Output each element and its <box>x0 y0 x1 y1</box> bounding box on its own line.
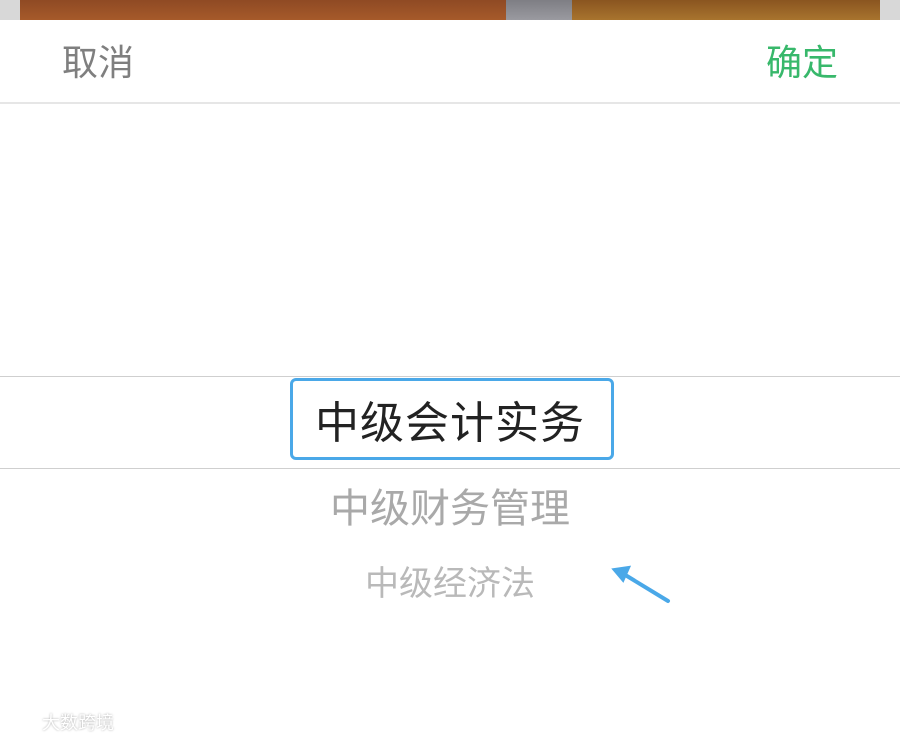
strip-segment-gap-left <box>0 0 20 20</box>
selection-divider-top <box>0 376 900 377</box>
strip-segment-right <box>572 0 880 20</box>
picker-option[interactable]: 中级经济法 <box>0 562 900 606</box>
watermark-text: 大数跨境 <box>42 713 114 734</box>
strip-segment-middle <box>506 0 572 20</box>
selection-divider-bottom <box>0 468 900 469</box>
strip-segment-left <box>20 0 506 20</box>
watermark-logo-icon <box>10 713 36 728</box>
picker-option-selected[interactable]: 中级会计实务 <box>0 396 900 452</box>
confirm-button[interactable]: 确定 <box>766 42 838 86</box>
watermark: 大数跨境 <box>8 708 114 736</box>
strip-segment-gap-right <box>880 0 900 20</box>
picker-toolbar: 取消 确定 <box>0 20 900 104</box>
cancel-button[interactable]: 取消 <box>62 42 134 86</box>
background-image-strip <box>0 0 900 20</box>
picker-option[interactable]: 中级财务管理 <box>0 484 900 534</box>
picker-wheel[interactable]: 中级会计实务 中级财务管理 中级经济法 <box>0 104 900 739</box>
